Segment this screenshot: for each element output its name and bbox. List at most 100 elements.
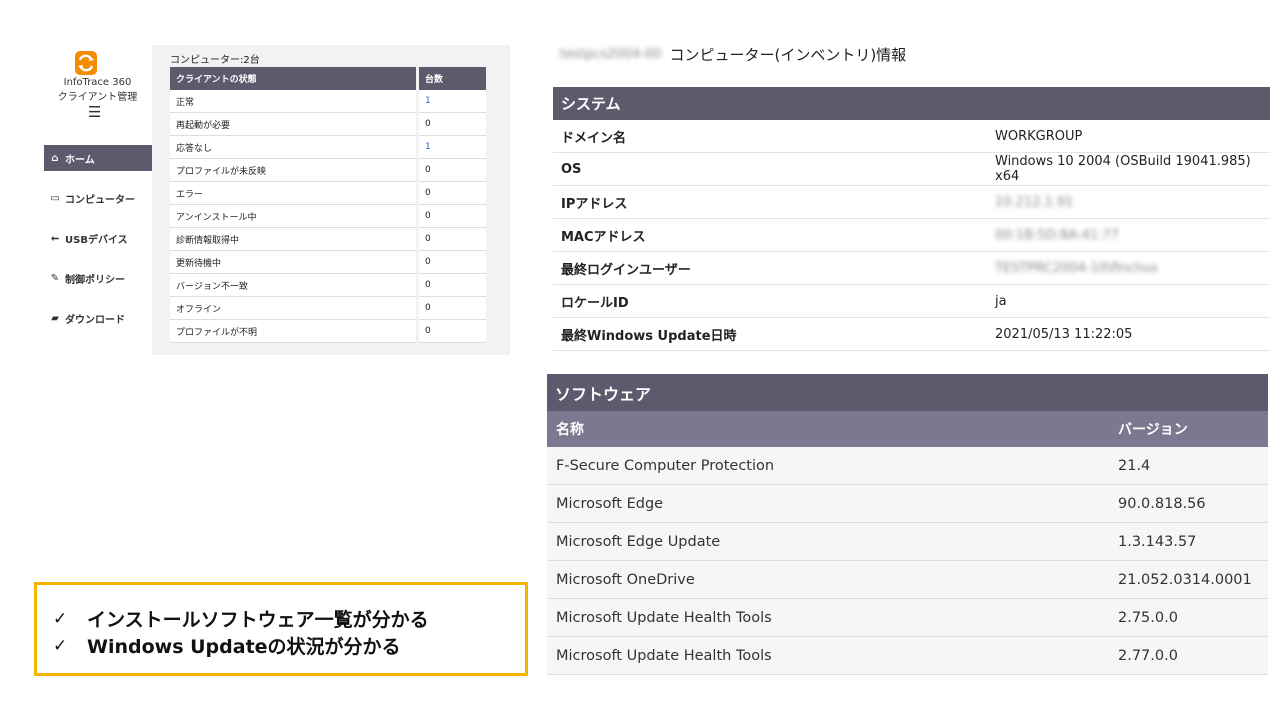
home-icon: ⌂ <box>51 152 59 164</box>
checkmark-icon: ✓ <box>53 635 68 656</box>
status-state: オフライン <box>170 296 418 320</box>
sidebar-item-label: コンピューター <box>65 194 135 206</box>
software-version: 2.77.0.0 <box>1118 647 1178 664</box>
status-state: 更新待機中 <box>170 250 418 274</box>
wrench-icon: ✎ <box>50 272 60 284</box>
status-count-link[interactable]: 1 <box>416 90 486 113</box>
status-state: 応答なし <box>170 135 418 159</box>
system-key: MACアドレス <box>553 218 987 252</box>
software-version: 90.0.818.56 <box>1118 495 1206 512</box>
system-value-redacted: 00:1B:5D:8A:41:77 <box>995 227 1119 243</box>
system-value-redacted: 10.212.1.91 <box>995 194 1074 210</box>
software-name: Microsoft Edge Update <box>556 533 721 550</box>
status-count: 0 <box>416 204 486 228</box>
column-header-count: 台数 <box>416 67 486 90</box>
sidebar: InfoTrace 360 クライアント管理 ☰ ⌂ ホーム ▭ コンピューター… <box>30 45 155 355</box>
status-state: 再起動が必要 <box>170 112 418 136</box>
table-row: ドメイン名 WORKGROUP <box>553 120 1270 153</box>
status-count: 0 <box>416 273 486 297</box>
status-state: アンインストール中 <box>170 204 418 228</box>
software-version: 2.75.0.0 <box>1118 609 1178 626</box>
client-status-table: クライアントの状態 台数 正常 1 再起動が必要 0 応答なし 1 プロファイルが未反映 0 エ… <box>170 67 486 343</box>
system-key: OS <box>553 152 987 186</box>
table-row: MACアドレス 00:1B:5D:8A:41:77 <box>553 218 1270 252</box>
folder-icon: ▰ <box>51 312 59 324</box>
system-value-text: Windows 10 2004 (OSBuild 19041.985) x64 <box>995 154 1251 184</box>
callout-line-software: ✓ インストールソフトウェア一覧が分かる <box>53 605 429 632</box>
monitor-icon: ▭ <box>50 192 60 204</box>
table-row: プロファイルが未反映 0 <box>170 158 486 182</box>
system-value: 00:1B:5D:8A:41:77 <box>987 218 1270 252</box>
table-row: 診断情報取得中 0 <box>170 227 486 251</box>
sidebar-item-label: ダウンロード <box>65 314 125 326</box>
client-status-rows: 正常 1 再起動が必要 0 応答なし 1 プロファイルが未反映 0 エラー 0 アンインストール中 0… <box>170 90 486 343</box>
system-value-text: 2021/05/13 11:22:05 <box>995 326 1133 342</box>
callout-line-update: ✓ Windows Updateの状況が分かる <box>53 632 401 659</box>
list-item: Microsoft Update Health Tools 2.75.0.0 <box>547 599 1268 637</box>
table-row: 最終Windows Update日時 2021/05/13 11:22:05 <box>553 317 1270 351</box>
sidebar-item-usb[interactable]: ⭠ USBデバイス <box>44 225 152 251</box>
usb-icon: ⭠ <box>51 232 59 244</box>
callout-text: インストールソフトウェア一覧が分かる <box>87 609 429 631</box>
software-name: Microsoft Update Health Tools <box>556 609 772 626</box>
inventory-title: testpcs2004-00 コンピューター(インベントリ)情報 <box>560 44 906 65</box>
sidebar-item-computer[interactable]: ▭ コンピューター <box>44 185 152 211</box>
table-row: IPアドレス 10.212.1.91 <box>553 185 1270 219</box>
status-count: 0 <box>416 250 486 274</box>
table-row: 最終ログインユーザー TESTPRC2004-10\finchus <box>553 251 1270 285</box>
software-version: 21.4 <box>1118 457 1151 474</box>
sidebar-item-label: ホーム <box>65 154 95 166</box>
software-version: 21.052.0314.0001 <box>1118 571 1252 588</box>
software-section: ソフトウェア 名称 バージョン F-Secure Computer Protec… <box>547 374 1268 675</box>
list-item: F-Secure Computer Protection 21.4 <box>547 447 1268 485</box>
table-row: 応答なし 1 <box>170 135 486 159</box>
system-info-rows: ドメイン名 WORKGROUP OS Windows 10 2004 (OSBuild… <box>553 120 1270 351</box>
status-state: プロファイルが不明 <box>170 319 418 343</box>
table-row: 正常 1 <box>170 90 486 113</box>
column-header-name: 名称 <box>556 422 584 438</box>
sidebar-item-download[interactable]: ▰ ダウンロード <box>44 305 152 331</box>
system-value-text: WORKGROUP <box>995 128 1083 144</box>
callout-text: Windows Updateの状況が分かる <box>87 636 401 658</box>
system-section: システム ドメイン名 WORKGROUP OS Windows 10 2004 (OS… <box>553 87 1270 351</box>
system-section-header: システム <box>553 87 1270 120</box>
list-item: Microsoft Edge 90.0.818.56 <box>547 485 1268 523</box>
status-count: 0 <box>416 227 486 251</box>
status-count: 0 <box>416 296 486 320</box>
software-section-header: ソフトウェア <box>547 374 1268 411</box>
status-state: プロファイルが未反映 <box>170 158 418 182</box>
status-count: 0 <box>416 158 486 182</box>
feature-callout: ✓ インストールソフトウェア一覧が分かる ✓ Windows Updateの状況… <box>34 582 528 676</box>
column-header-state: クライアントの状態 <box>170 67 418 90</box>
software-name: Microsoft Update Health Tools <box>556 647 772 664</box>
system-key: ドメイン名 <box>553 120 987 153</box>
status-state: エラー <box>170 181 418 205</box>
list-item: Microsoft Edge Update 1.3.143.57 <box>547 523 1268 561</box>
checkmark-icon: ✓ <box>53 608 68 629</box>
status-state: 正常 <box>170 90 418 113</box>
table-row: アンインストール中 0 <box>170 204 486 228</box>
sidebar-item-policy[interactable]: ✎ 制御ポリシー <box>44 265 152 291</box>
sidebar-item-home[interactable]: ⌂ ホーム <box>44 145 152 171</box>
brand-title: InfoTrace 360 <box>63 77 132 88</box>
sidebar-item-label: USBデバイス <box>65 234 128 246</box>
software-name: Microsoft OneDrive <box>556 571 695 588</box>
system-value-text: ja <box>995 293 1007 309</box>
column-header-version: バージョン <box>1118 422 1188 438</box>
hamburger-icon[interactable]: ☰ <box>88 103 101 121</box>
software-version: 1.3.143.57 <box>1118 533 1197 550</box>
status-count: 0 <box>416 319 486 343</box>
status-count: 0 <box>416 181 486 205</box>
software-column-header: 名称 バージョン <box>547 411 1268 447</box>
list-item: Microsoft Update Health Tools 2.77.0.0 <box>547 637 1268 675</box>
status-count-link[interactable]: 1 <box>416 135 486 159</box>
system-value: Windows 10 2004 (OSBuild 19041.985) x64 <box>987 152 1270 186</box>
table-row: 更新待機中 0 <box>170 250 486 274</box>
table-row: エラー 0 <box>170 181 486 205</box>
computer-count: コンピューター:2台 <box>170 55 260 66</box>
table-row: プロファイルが不明 0 <box>170 319 486 343</box>
software-name: F-Secure Computer Protection <box>556 457 775 474</box>
client-status-area: コンピューター:2台 クライアントの状態 台数 正常 1 再起動が必要 0 応答なし 1 プ… <box>152 45 510 355</box>
inventory-title-text: コンピューター(インベントリ)情報 <box>669 46 907 64</box>
table-row: バージョン不一致 0 <box>170 273 486 297</box>
